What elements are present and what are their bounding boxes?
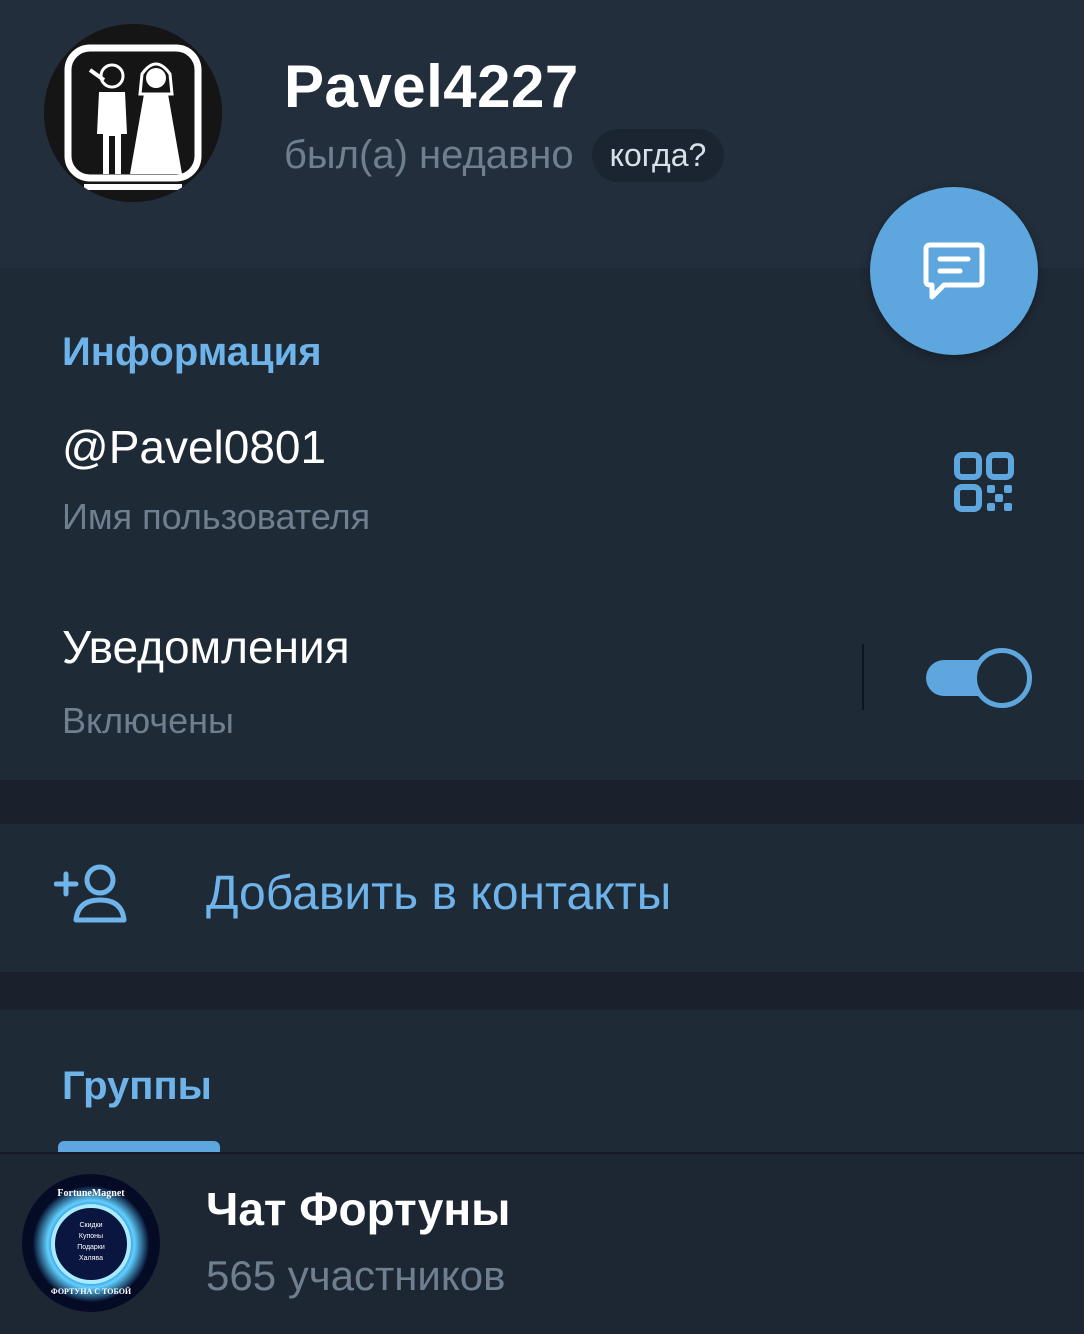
status-row: был(а) недавно когда? xyxy=(284,128,725,182)
section-divider xyxy=(0,780,1084,824)
last-seen-status: был(а) недавно xyxy=(284,132,574,177)
profile-avatar[interactable] xyxy=(44,24,222,202)
svg-text:Купоны: Купоны xyxy=(79,1233,103,1240)
groups-tab[interactable]: Группы xyxy=(62,1064,212,1109)
toggle-divider xyxy=(862,644,864,710)
toggle-knob xyxy=(972,648,1032,708)
group-name: Чат Фортуны xyxy=(206,1183,511,1235)
group-avatar[interactable]: FortuneMagnet Скидки Купоны Подарки Халя… xyxy=(22,1174,160,1312)
avatar-image xyxy=(44,24,222,202)
add-user-icon xyxy=(54,864,127,923)
when-button[interactable]: когда? xyxy=(591,128,725,182)
qr-code-icon[interactable] xyxy=(954,452,1014,512)
section-divider xyxy=(0,972,1084,1010)
info-section-title: Информация xyxy=(62,330,322,374)
group-avatar-brand: FortuneMagnet xyxy=(57,1188,125,1199)
group-avatar-image: FortuneMagnet Скидки Купоны Подарки Халя… xyxy=(22,1174,160,1312)
notifications-toggle[interactable] xyxy=(926,648,1032,708)
notifications-label[interactable]: Уведомления xyxy=(62,620,350,674)
group-list-item[interactable] xyxy=(0,1154,1084,1334)
svg-text:Подарки: Подарки xyxy=(77,1244,105,1251)
username-caption: Имя пользователя xyxy=(62,496,371,537)
notifications-state: Включены xyxy=(62,700,234,741)
username-value[interactable]: @Pavel0801 xyxy=(62,420,326,474)
svg-text:Скидки: Скидки xyxy=(79,1222,102,1229)
group-members-count: 565 участников xyxy=(206,1252,506,1299)
add-contact-label[interactable]: Добавить в контакты xyxy=(206,866,671,921)
svg-text:Халява: Халява xyxy=(79,1255,103,1262)
message-button[interactable] xyxy=(870,187,1038,355)
group-avatar-slogan: ФОРТУНА С ТОБОЙ xyxy=(51,1287,132,1296)
message-icon xyxy=(923,242,985,300)
profile-name: Pavel4227 xyxy=(284,53,579,120)
